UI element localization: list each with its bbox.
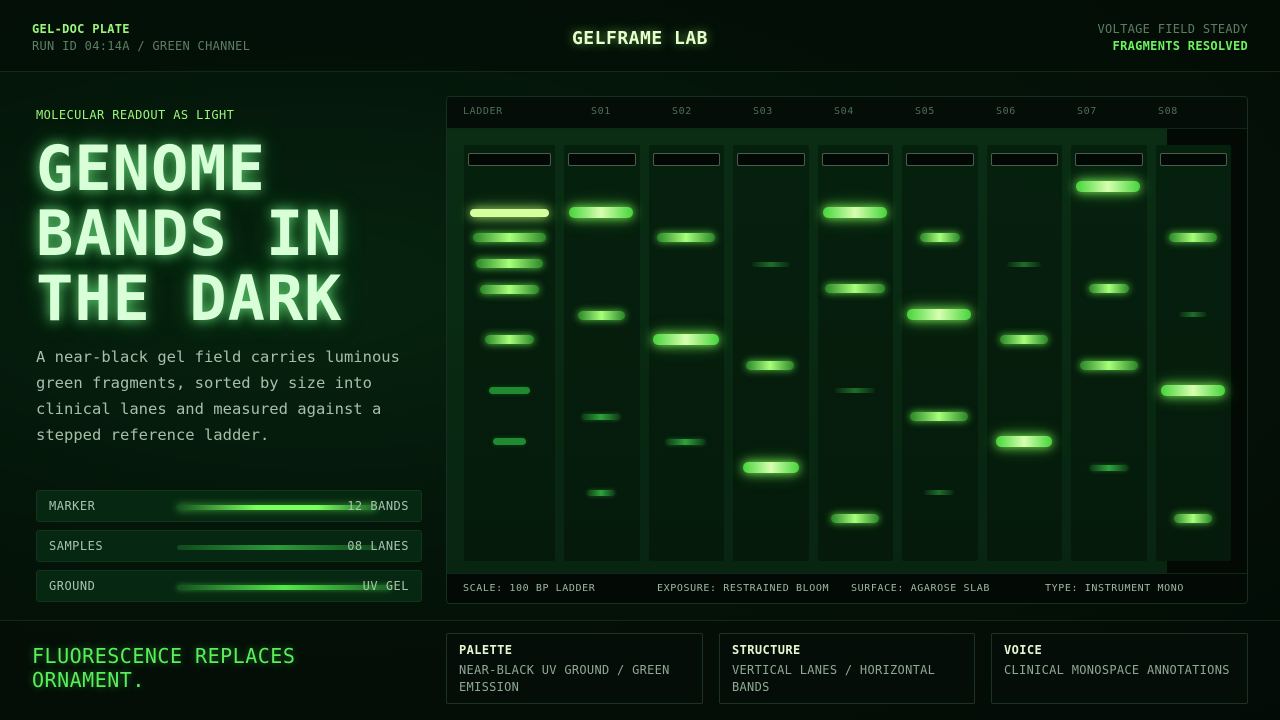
sample-band [1161,385,1225,396]
card-body: NEAR-BLACK UV GROUND / GREEN EMISSION [459,663,670,694]
lane-s03 [733,145,809,561]
ladder-band [473,233,546,242]
ladder-band [485,335,534,344]
card-title: PALETTE [459,643,513,657]
sample-band [1169,233,1217,242]
sample-band [1076,181,1140,192]
sample-band [835,388,875,393]
gel-annotations: SCALE: 100 BP LADDER EXPOSURE: RESTRAINE… [447,573,1247,603]
metric-label: GROUND [49,579,96,593]
metric-ground: GROUND UV GEL [36,570,422,602]
top-bar: GEL-DOC PLATE RUN ID 04:14A / GREEN CHAN… [0,0,1280,72]
sample-band [1174,514,1212,523]
lane-s08 [1156,145,1231,561]
lane-s06 [987,145,1062,561]
brand-title: GELFRAME LAB [571,28,709,49]
hero-description: A near-black gel field carries luminous … [36,348,400,444]
well-s07 [1075,153,1143,166]
headline-line-2: BANDS IN [36,197,343,270]
well-s06 [991,153,1058,166]
sample-band [746,361,794,370]
sample-band [920,233,960,242]
sample-band [907,309,971,320]
sample-band [831,514,879,523]
ladder-band [489,387,530,394]
well-s03 [737,153,805,166]
card-palette: PALETTE NEAR-BLACK UV GROUND / GREEN EMI… [446,633,703,704]
sample-band [666,439,705,445]
sample-band [1179,312,1207,317]
lane-label-s03: S03 [753,106,773,117]
ladder-band [476,259,543,268]
sample-band [1090,465,1128,471]
lane-label-s01: S01 [591,106,611,117]
scale-annotation: SCALE: 100 BP LADDER [463,583,596,594]
well-s08 [1160,153,1227,166]
surface-annotation: SURFACE: AGAROSE SLAB [851,583,991,594]
sample-band [653,334,719,345]
well-s02 [653,153,720,166]
card-title: STRUCTURE [732,643,801,657]
ladder-band [470,209,549,217]
lane-label-s06: S06 [996,106,1016,117]
sample-band [578,311,625,320]
exposure-annotation: EXPOSURE: RESTRAINED BLOOM [657,583,830,594]
sample-band [569,207,633,218]
sample-band [823,207,887,218]
metric-marker: MARKER 12 BANDS [36,490,422,522]
status-info: VOLTAGE FIELD STEADY FRAGMENTS RESOLVED [1098,21,1249,55]
lane-s05 [902,145,978,561]
metric-samples: SAMPLES 08 LANES [36,530,422,562]
lane-label-s05: S05 [915,106,935,117]
gel-panel: LADDER S01 S02 S03 S04 S05 S06 S07 S08 S… [446,96,1248,604]
metric-value: 08 LANES [347,539,409,553]
well-s05 [906,153,974,166]
metric-value: UV GEL [362,579,409,593]
lane-label-s02: S02 [672,106,692,117]
tagline: FLUORESCENCE REPLACES ORNAMENT. [32,644,296,692]
sample-band [1089,284,1129,293]
lane-s02 [649,145,724,561]
sample-band [587,490,615,496]
metric-label: MARKER [49,499,96,513]
well-s01 [568,153,636,166]
card-body: CLINICAL MONOSPACE ANNOTATIONS [1004,663,1230,677]
sample-band [825,284,885,293]
well-ladder [468,153,551,166]
fragments-status: FRAGMENTS RESOLVED [1112,39,1248,53]
metric-value: 12 BANDS [347,499,409,513]
voltage-status: VOLTAGE FIELD STEADY [1097,22,1248,36]
well-s04 [822,153,889,166]
sample-band [657,233,715,242]
lane-label-s04: S04 [834,106,854,117]
ladder-band [493,438,526,445]
headline-line-1: GENOME [36,132,266,205]
sample-band [1007,262,1041,267]
sample-band [910,412,968,421]
card-title: VOICE [1004,643,1043,657]
sample-band [996,436,1052,447]
card-body: VERTICAL LANES / HORIZONTAL BANDS [732,663,936,694]
metric-label: SAMPLES [49,539,104,553]
sample-band [582,414,620,420]
lane-label-s07: S07 [1077,106,1097,117]
sample-band [743,462,799,473]
lane-s07 [1071,145,1147,561]
eyebrow-label: MOLECULAR READOUT AS LIGHT [36,108,235,122]
sample-band [1080,361,1138,370]
card-structure: STRUCTURE VERTICAL LANES / HORIZONTAL BA… [719,633,975,704]
type-annotation: TYPE: INSTRUMENT MONO [1045,583,1185,594]
sample-band [1000,335,1048,344]
metric-meter [177,585,391,590]
lane-label-s08: S08 [1158,106,1178,117]
lane-header: LADDER S01 S02 S03 S04 S05 S06 S07 S08 [447,97,1247,129]
sample-band [752,262,790,267]
page-title: GENOME BANDS IN THE DARK [36,136,436,331]
card-voice: VOICE CLINICAL MONOSPACE ANNOTATIONS [991,633,1248,704]
headline-line-3: THE DARK [36,262,343,335]
lane-label-ladder: LADDER [463,106,503,117]
lane-ladder [464,145,555,561]
sample-band [924,490,954,495]
ladder-band [480,285,539,294]
